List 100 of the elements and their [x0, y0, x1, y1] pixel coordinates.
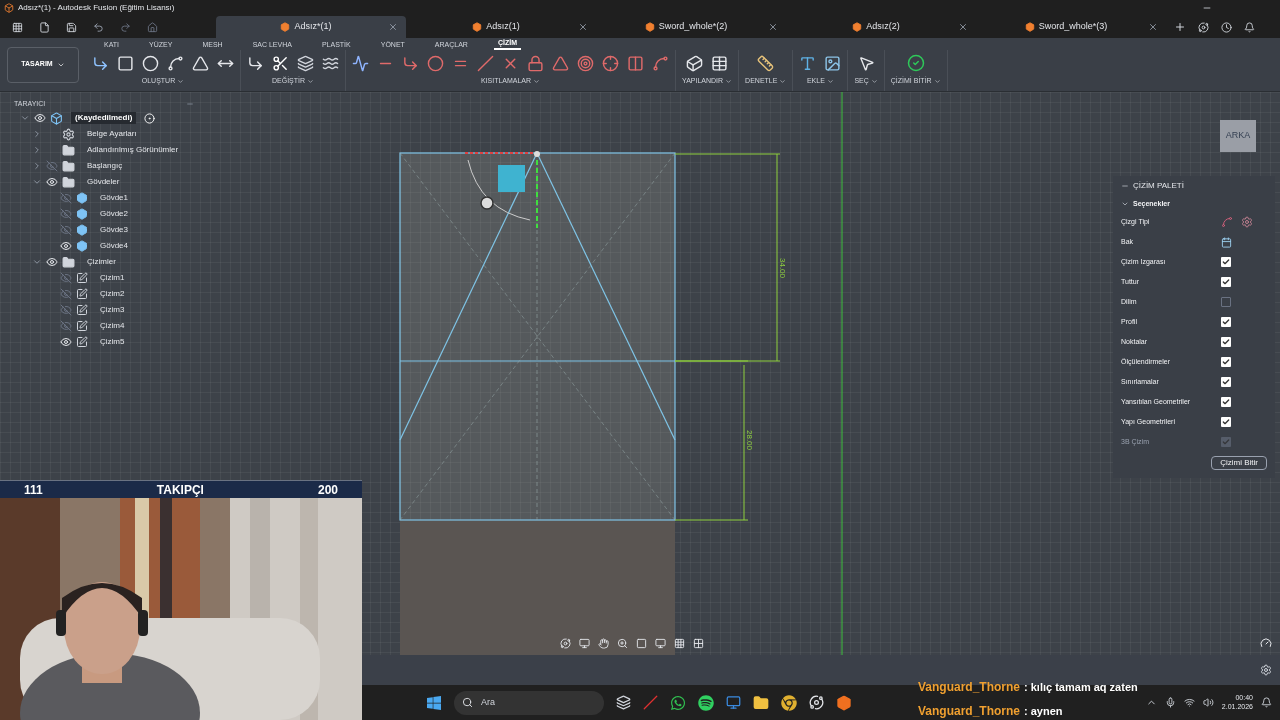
checkbox[interactable]: [1221, 357, 1231, 367]
eye-icon[interactable]: [46, 176, 58, 188]
close-icon[interactable]: [768, 22, 778, 32]
tree-item[interactable]: Gövde3: [96, 224, 133, 236]
gauge-icon[interactable]: [1260, 637, 1272, 649]
cube-icon[interactable]: [686, 54, 704, 72]
close-icon[interactable]: [958, 22, 968, 32]
check-icon: [1222, 438, 1230, 446]
tree-item[interactable]: (Kaydedilmedi): [71, 112, 137, 124]
eye-icon[interactable]: [60, 336, 72, 348]
image-icon[interactable]: [824, 54, 842, 72]
close-icon[interactable]: [388, 22, 398, 32]
eye-icon[interactable]: [60, 240, 72, 252]
rectangle-icon[interactable]: [117, 54, 134, 72]
tree-item[interactable]: Çizimler: [83, 256, 120, 268]
music-app-icon[interactable]: [698, 694, 714, 711]
chevron-icon[interactable]: [32, 177, 42, 187]
zoom-icon[interactable]: [617, 638, 628, 649]
checkbox[interactable]: [1221, 297, 1231, 307]
tree-item[interactable]: Çizim5: [96, 336, 129, 348]
microphone-icon[interactable]: [1164, 697, 1176, 708]
checkbox[interactable]: [1221, 417, 1231, 427]
close-icon[interactable]: [1148, 22, 1158, 32]
settings-icon[interactable]: [1260, 664, 1272, 676]
start-icon[interactable]: [426, 694, 442, 711]
eye-icon[interactable]: [34, 112, 46, 124]
tree-item[interactable]: Gövde4: [96, 240, 133, 252]
tree-item[interactable]: Gövde1: [96, 192, 133, 204]
browser-icon[interactable]: [781, 694, 797, 711]
notification-icon[interactable]: [1244, 21, 1255, 33]
lock-icon[interactable]: [527, 54, 544, 72]
grid-icon[interactable]: [674, 638, 685, 649]
concentric-icon[interactable]: [577, 54, 594, 72]
redo-icon[interactable]: [120, 21, 131, 33]
tree-item[interactable]: Başlangıç: [83, 160, 127, 172]
gear-icon[interactable]: [1241, 216, 1253, 228]
tree-item[interactable]: Çizim4: [96, 320, 129, 332]
tree-item[interactable]: Çizim1: [96, 272, 129, 284]
document-tab[interactable]: Adsız(2): [786, 16, 976, 38]
check-icon: [1222, 258, 1230, 266]
check-icon[interactable]: [906, 54, 925, 72]
chat-message: : kılıç tamam aq zaten: [1024, 679, 1138, 695]
folder-icon[interactable]: [753, 694, 769, 711]
eye-icon[interactable]: [46, 256, 58, 268]
finish-sketch-button[interactable]: Çizimi Bitir: [1211, 456, 1267, 470]
tree-item[interactable]: Çizim3: [96, 304, 129, 316]
ruler-icon[interactable]: [757, 54, 775, 72]
tree-item[interactable]: Gövde2: [96, 208, 133, 220]
search-field[interactable]: Ara: [454, 690, 604, 715]
tree-item[interactable]: Gövdeler: [83, 176, 124, 188]
checkbox[interactable]: [1221, 397, 1231, 407]
chevron-icon[interactable]: [1121, 200, 1129, 208]
new-tab-icon[interactable]: [1174, 21, 1186, 33]
active-icon[interactable]: [144, 112, 156, 124]
home-icon[interactable]: [147, 21, 158, 33]
display-icon[interactable]: [655, 638, 666, 649]
notification-icon[interactable]: [1261, 697, 1272, 708]
cube-icon: [280, 22, 291, 32]
document-tab[interactable]: Sword_whole*(2): [596, 16, 786, 38]
table-icon[interactable]: [711, 54, 729, 72]
chevron-icon[interactable]: [20, 113, 30, 123]
check-icon: [1222, 318, 1230, 326]
chat-app-icon[interactable]: [670, 694, 686, 711]
document-tab[interactable]: Adsız(1): [406, 16, 596, 38]
text-icon[interactable]: [799, 54, 817, 72]
undo-icon[interactable]: [93, 21, 104, 33]
body-icon: [76, 208, 88, 220]
tree-item[interactable]: Çizim2: [96, 288, 129, 300]
document-tab[interactable]: Adsız*(1): [216, 16, 406, 38]
checkbox[interactable]: [1221, 257, 1231, 267]
checkbox[interactable]: [1221, 317, 1231, 327]
pointer-icon[interactable]: [857, 54, 875, 72]
chat-username: Vanguard_Thorne: [918, 703, 1021, 720]
chevron-icon[interactable]: [32, 257, 42, 267]
check-icon: [1222, 398, 1230, 406]
volume-icon[interactable]: [1202, 697, 1214, 708]
checkbox[interactable]: [1221, 337, 1231, 347]
fusion-app-icon[interactable]: [836, 694, 852, 711]
line-type-icon[interactable]: [1221, 216, 1233, 228]
network-icon[interactable]: [1183, 697, 1195, 708]
chevron-icon[interactable]: [32, 145, 42, 155]
viewports-icon[interactable]: [693, 638, 704, 649]
scissors-icon[interactable]: [272, 54, 289, 72]
spline-icon[interactable]: [167, 54, 184, 72]
circle-icon[interactable]: [142, 54, 159, 72]
save-icon[interactable]: [66, 21, 77, 33]
tree-item[interactable]: Adlandırılmış Görünümler: [83, 144, 183, 156]
file-icon[interactable]: [39, 21, 50, 33]
close-icon[interactable]: [578, 22, 588, 32]
chevron-icon[interactable]: [32, 129, 42, 139]
chevron-icon[interactable]: [32, 161, 42, 171]
checkbox[interactable]: [1221, 277, 1231, 287]
document-tab[interactable]: Sword_whole*(3): [976, 16, 1166, 38]
checkbox[interactable]: [1221, 377, 1231, 387]
pan-icon[interactable]: [598, 638, 609, 649]
orbit-icon[interactable]: [560, 638, 571, 649]
clock-icon[interactable]: [1221, 21, 1232, 33]
grid-menu-icon[interactable]: [12, 21, 23, 33]
tree-item[interactable]: Belge Ayarları: [83, 128, 141, 140]
view-cube[interactable]: ARKA: [1220, 120, 1256, 152]
